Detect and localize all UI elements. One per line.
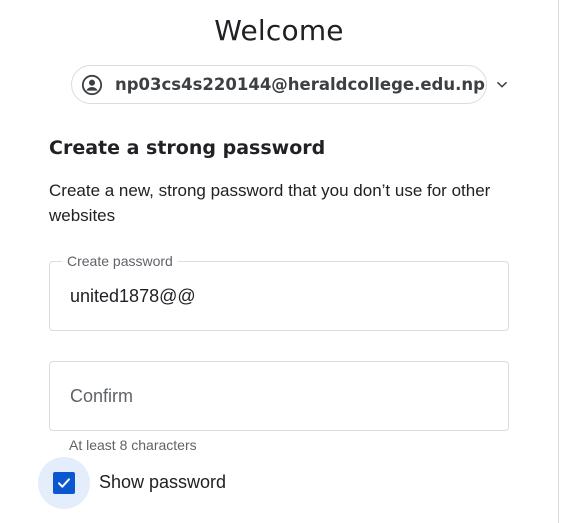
section-heading: Create a strong password	[49, 137, 326, 159]
confirm-password-field[interactable]: Confirm	[49, 361, 509, 431]
password-hint: At least 8 characters	[69, 437, 197, 453]
account-email: np03cs4s220144@heraldcollege.edu.np	[115, 75, 485, 94]
create-password-field[interactable]: Create password united1878@@	[49, 253, 509, 331]
account-switcher-chip[interactable]: np03cs4s220144@heraldcollege.edu.np	[71, 65, 507, 104]
confirm-password-input[interactable]: Confirm	[70, 386, 133, 407]
section-description: Create a new, strong password that you d…	[49, 181, 491, 225]
show-password-checkbox-hit-area[interactable]	[38, 457, 90, 509]
create-password-input[interactable]: united1878@@	[70, 286, 196, 307]
show-password-checkbox[interactable]	[53, 472, 75, 494]
show-password-label[interactable]: Show password	[99, 472, 226, 493]
checkmark-icon	[58, 478, 70, 488]
chevron-down-icon	[497, 81, 507, 88]
create-password-label: Create password	[62, 253, 178, 269]
page-divider	[558, 0, 559, 523]
page-title: Welcome	[214, 14, 344, 47]
account-circle-icon	[81, 74, 103, 95]
